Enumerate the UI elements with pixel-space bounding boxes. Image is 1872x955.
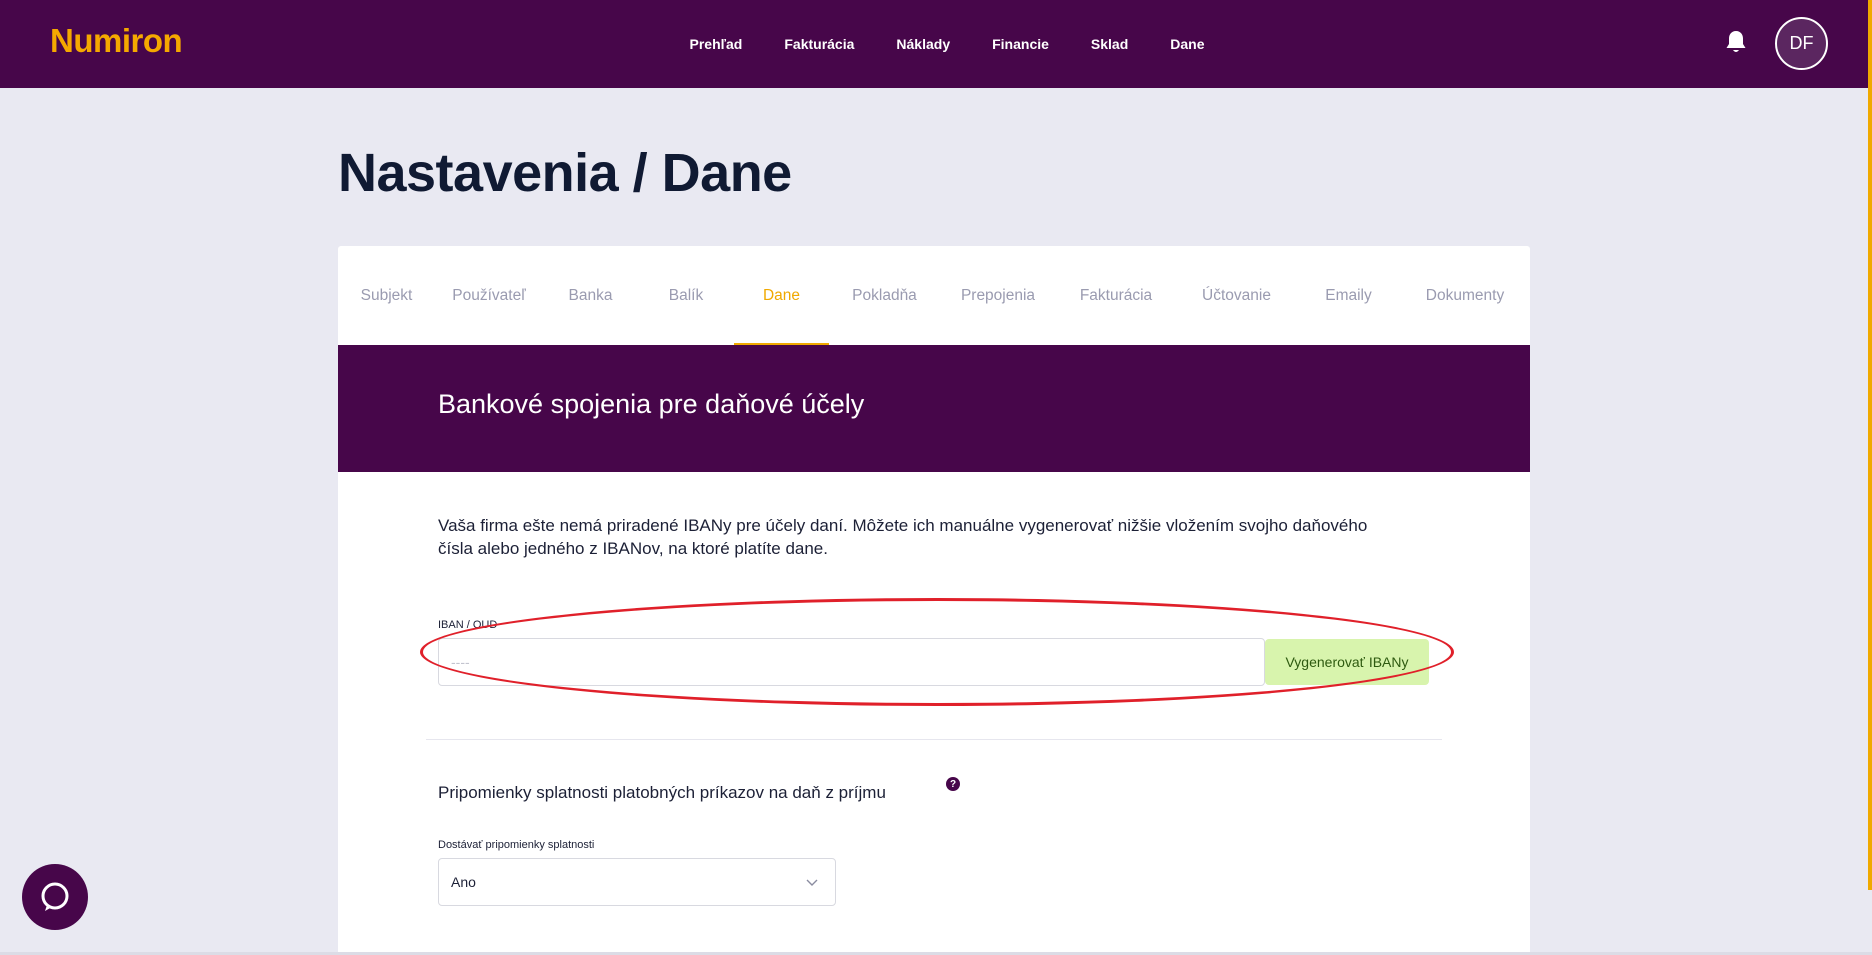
tab-dane[interactable]: Dane	[734, 246, 829, 345]
user-avatar[interactable]: DF	[1775, 17, 1828, 70]
tab-emaily[interactable]: Emaily	[1297, 246, 1400, 345]
chat-icon	[41, 882, 69, 911]
reminders-select-value: Ano	[451, 874, 476, 890]
reminders-title: Pripomienky splatnosti platobných príkaz…	[438, 783, 886, 802]
iban-info-text: Vaša firma ešte nemá priradené IBANy pre…	[438, 516, 1368, 558]
tab-balik[interactable]: Balík	[638, 246, 734, 345]
top-navigation-bar: Numiron Prehľad Fakturácia Náklady Finan…	[0, 0, 1868, 88]
tab-subjekt[interactable]: Subjekt	[338, 246, 435, 345]
nav-item-naklady[interactable]: Náklady	[896, 36, 950, 52]
settings-card: Subjekt Používateľ Banka Balík Dane Pokl…	[338, 246, 1530, 955]
tab-banka[interactable]: Banka	[543, 246, 638, 345]
tab-uctovanie[interactable]: Účtovanie	[1176, 246, 1297, 345]
settings-tabs: Subjekt Používateľ Banka Balík Dane Pokl…	[338, 246, 1530, 345]
scrollbar-track[interactable]	[1868, 0, 1872, 890]
iban-field-label: IBAN / OUD	[438, 619, 498, 631]
chat-widget-button[interactable]	[22, 864, 88, 930]
section-divider	[426, 739, 1442, 740]
tab-prepojenia[interactable]: Prepojenia	[940, 246, 1056, 345]
main-nav: Prehľad Fakturácia Náklady Financie Skla…	[0, 0, 1868, 88]
help-icon[interactable]: ?	[946, 777, 960, 791]
bank-section-header: Bankové spojenia pre daňové účely	[338, 345, 1530, 472]
page-title: Nastavenia / Dane	[338, 143, 792, 203]
bell-icon[interactable]	[1724, 29, 1748, 55]
tab-pokladna[interactable]: Pokladňa	[829, 246, 940, 345]
iban-input[interactable]	[438, 638, 1265, 686]
nav-item-prehlad[interactable]: Prehľad	[690, 36, 743, 52]
reminders-select[interactable]: Ano	[438, 858, 836, 906]
nav-item-financie[interactable]: Financie	[992, 36, 1049, 52]
generate-ibans-button[interactable]: Vygenerovať IBANy	[1265, 639, 1429, 685]
nav-item-fakturacia[interactable]: Fakturácia	[784, 36, 854, 52]
nav-item-sklad[interactable]: Sklad	[1091, 36, 1128, 52]
tab-fakturacia[interactable]: Fakturácia	[1056, 246, 1176, 345]
reminders-select-label: Dostávať pripomienky splatnosti	[438, 839, 595, 851]
nav-item-dane[interactable]: Dane	[1170, 36, 1204, 52]
chevron-down-icon	[806, 879, 818, 886]
bank-section-title: Bankové spojenia pre daňové účely	[438, 389, 865, 419]
tab-pouzivatel[interactable]: Používateľ	[435, 246, 543, 345]
tab-dokumenty[interactable]: Dokumenty	[1400, 246, 1530, 345]
